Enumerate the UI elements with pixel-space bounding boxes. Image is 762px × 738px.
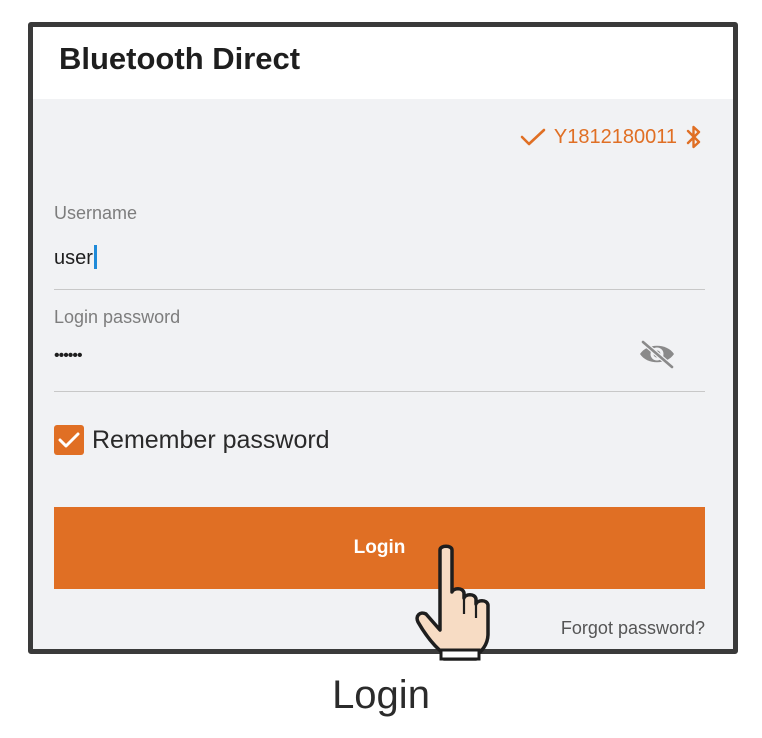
page-title: Bluetooth Direct [59, 41, 301, 76]
username-label: Username [54, 203, 138, 223]
password-field[interactable]: •••••• [54, 347, 83, 365]
phone-screen-frame: Bluetooth Direct Y1812180011 Username us… [28, 22, 738, 654]
figure-caption: Login [332, 673, 430, 717]
username-field[interactable]: user [54, 245, 97, 270]
pointing-hand-icon [410, 542, 500, 669]
device-serial: Y1812180011 [553, 125, 677, 148]
username-value: user [54, 247, 93, 269]
checkmark-icon [520, 127, 546, 147]
remember-password-label: Remember password [92, 425, 330, 454]
bluetooth-icon [685, 124, 703, 150]
text-caret [93, 245, 97, 269]
remember-password-checkbox[interactable]: Remember password [54, 425, 330, 455]
eye-off-icon[interactable] [637, 339, 677, 374]
checkbox-checked-icon[interactable] [54, 425, 84, 455]
connected-device: Y1812180011 [520, 124, 703, 150]
password-label: Login password [54, 307, 181, 327]
login-button[interactable]: Login [54, 507, 705, 589]
title-bar: Bluetooth Direct [33, 27, 733, 99]
password-underline [54, 391, 705, 392]
username-underline [54, 289, 705, 290]
forgot-password-link[interactable]: Forgot password? [561, 618, 705, 639]
